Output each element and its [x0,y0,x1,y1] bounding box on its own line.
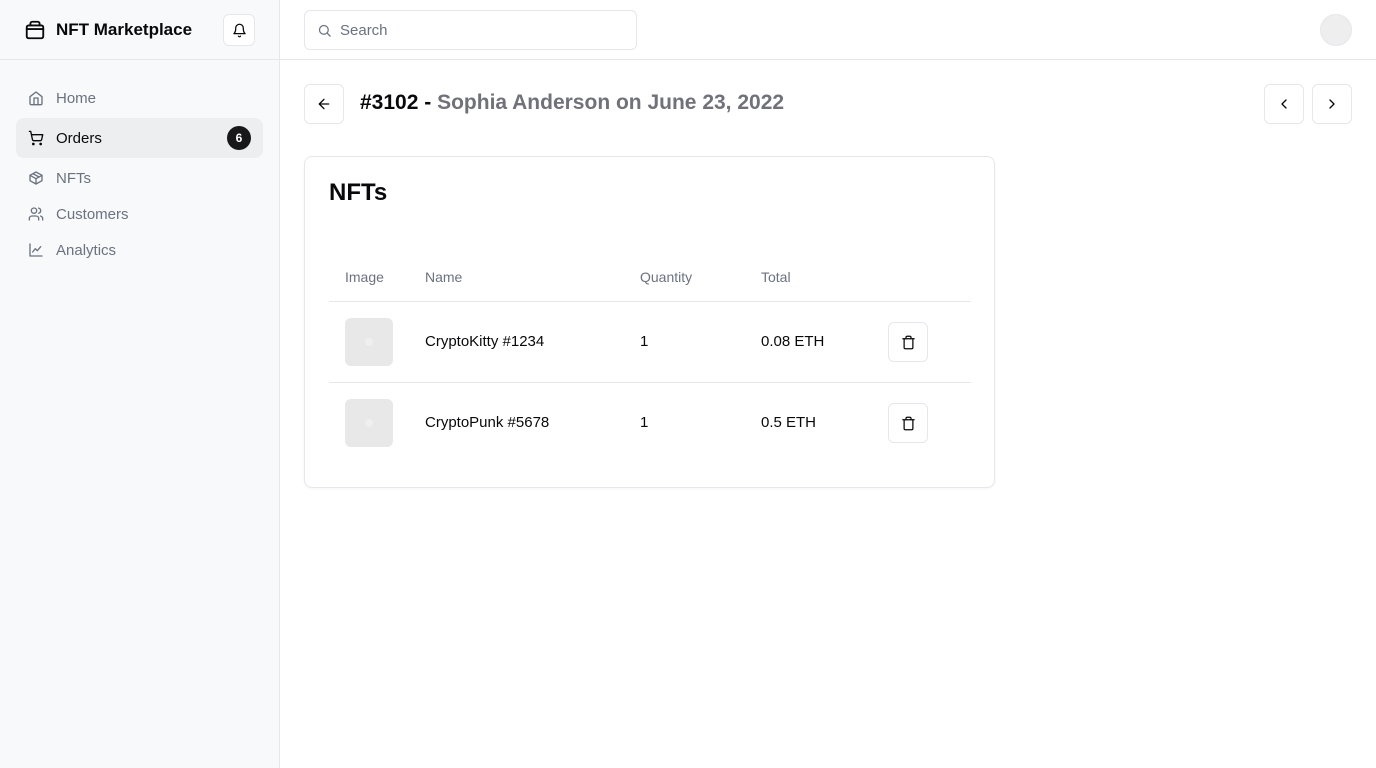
notifications-button[interactable] [223,14,255,46]
back-button[interactable] [304,84,344,124]
search-box[interactable] [304,10,637,50]
sidebar: NFT Marketplace Home Orders 6 NFTs Custo… [0,0,280,768]
cart-icon [28,130,44,146]
orders-count-badge: 6 [227,126,251,150]
image-dot [365,419,373,427]
sidebar-item-label: Orders [56,129,102,147]
column-header-image: Image [345,269,384,285]
column-header-total: Total [761,269,791,285]
sidebar-item-customers[interactable]: Customers [16,196,263,232]
user-avatar[interactable] [1320,14,1352,46]
brand[interactable]: NFT Marketplace [24,19,192,41]
users-icon [28,206,44,222]
sidebar-item-label: NFTs [56,169,91,187]
delete-button[interactable] [888,322,928,362]
nft-image-placeholder [345,318,393,366]
table-row: CryptoKitty #1234 1 0.08 ETH [329,302,971,383]
sidebar-item-nfts[interactable]: NFTs [16,160,263,196]
arrow-left-icon [316,96,332,112]
page-title: #3102 - Sophia Anderson on June 23, 2022 [360,91,784,115]
sidebar-item-label: Analytics [56,241,117,259]
previous-order-button[interactable] [1264,84,1304,124]
delete-button[interactable] [888,403,928,443]
nft-image-placeholder [345,399,393,447]
store-icon [24,19,46,41]
next-order-button[interactable] [1312,84,1352,124]
trash-icon [901,335,916,350]
order-id: #3102 [360,91,419,114]
image-dot [365,338,373,346]
nft-quantity: 1 [640,333,649,350]
sidebar-item-orders[interactable]: Orders 6 [16,118,263,158]
main-content: #3102 - Sophia Anderson on June 23, 2022… [280,60,1376,768]
table-header: Image Name Quantity Total [329,257,971,302]
nfts-table: Image Name Quantity Total CryptoKitty #1… [329,257,971,464]
nft-name: CryptoPunk #5678 [425,414,550,431]
sidebar-item-home[interactable]: Home [16,80,263,116]
search-icon [317,23,332,38]
sidebar-nav: Home Orders 6 NFTs Customers Analytics [0,60,279,268]
line-chart-icon [28,242,44,258]
sidebar-header: NFT Marketplace [0,0,279,60]
nft-name: CryptoKitty #1234 [425,333,545,350]
sidebar-item-label: Home [56,89,97,107]
table-row: CryptoPunk #5678 1 0.5 ETH [329,383,971,464]
trash-icon [901,416,916,431]
bell-icon [232,23,247,38]
column-header-name: Name [425,269,463,285]
sidebar-item-label: Customers [56,205,129,223]
app-title: NFT Marketplace [56,19,193,39]
package-icon [28,170,44,186]
nft-total: 0.5 ETH [761,414,817,431]
card-title: NFTs [329,179,388,206]
home-icon [28,90,44,106]
order-meta: Sophia Anderson on June 23, 2022 [437,91,785,114]
nfts-card: NFTs Image Name Quantity Total CryptoKit… [304,156,995,488]
search-input[interactable] [340,21,610,39]
nft-total: 0.08 ETH [761,333,825,350]
title-separator: - [418,91,438,114]
sidebar-item-analytics[interactable]: Analytics [16,232,263,268]
column-header-quantity: Quantity [640,269,693,285]
top-bar [280,0,1376,60]
chevron-left-icon [1276,96,1292,112]
chevron-right-icon [1324,96,1340,112]
nft-quantity: 1 [640,414,649,431]
